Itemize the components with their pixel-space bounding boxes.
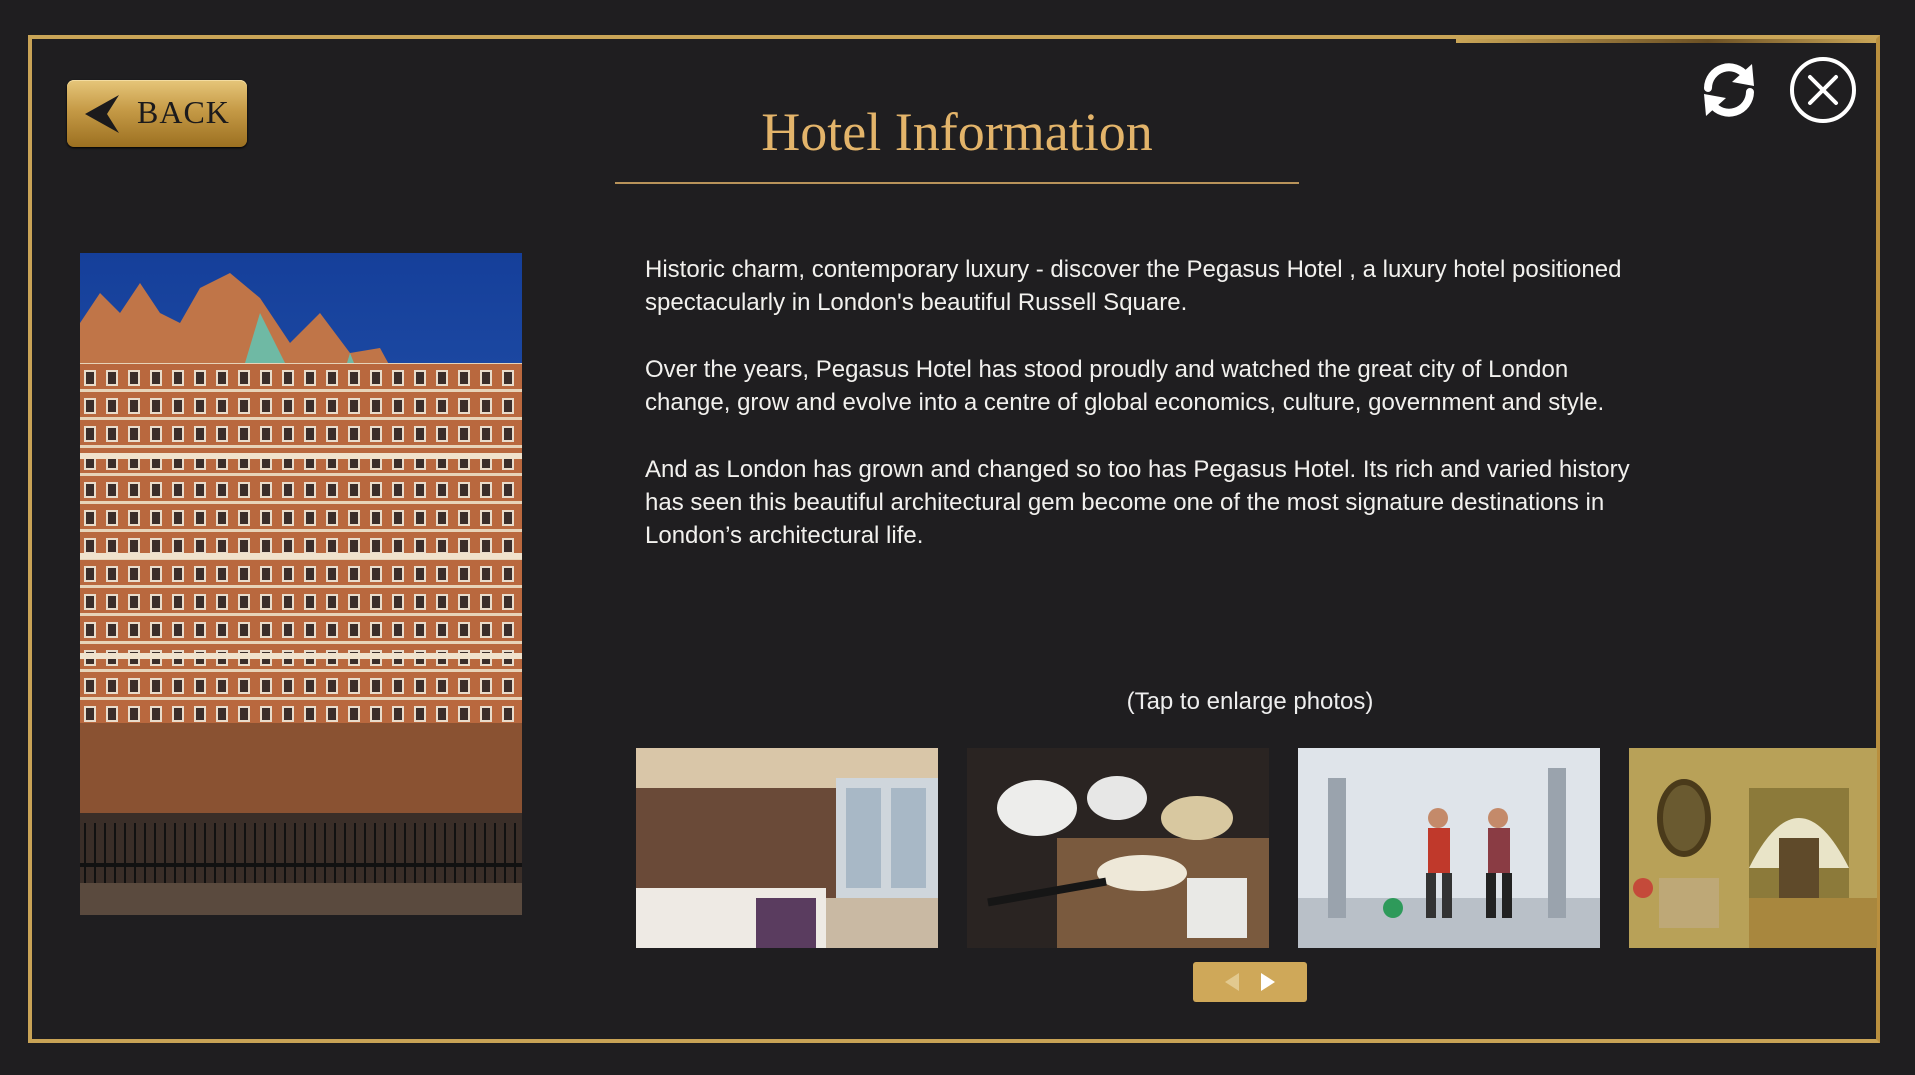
page-title: Hotel Information <box>761 102 1153 162</box>
description-paragraph: And as London has grown and changed so t… <box>645 456 1630 549</box>
gallery-hint: (Tap to enlarge photos) <box>1126 688 1374 715</box>
kitchen-chef-photo[interactable] <box>967 748 1269 948</box>
hotel-description: Historic charm, contemporary luxury - di… <box>645 253 1630 586</box>
close-icon[interactable] <box>1788 55 1858 125</box>
chevron-right-icon[interactable] <box>1259 972 1277 992</box>
frame-highlight <box>1456 39 1876 43</box>
hotel-room-photo[interactable] <box>636 748 938 948</box>
description-paragraph: Historic charm, contemporary luxury - di… <box>645 256 1622 316</box>
hotel-facade-photo <box>80 253 522 915</box>
back-label: BACK <box>137 94 230 130</box>
back-button[interactable]: BACK <box>67 80 247 147</box>
title-divider <box>615 182 1299 184</box>
hallway-lounge-photo[interactable] <box>1629 748 1877 948</box>
description-paragraph: Over the years, Pegasus Hotel has stood … <box>645 356 1605 416</box>
refresh-icon[interactable] <box>1700 62 1758 118</box>
gallery-pager <box>1193 962 1307 1002</box>
gym-photo[interactable] <box>1298 748 1600 948</box>
left-arrow-icon <box>85 95 119 133</box>
chevron-left-icon[interactable] <box>1223 972 1241 992</box>
